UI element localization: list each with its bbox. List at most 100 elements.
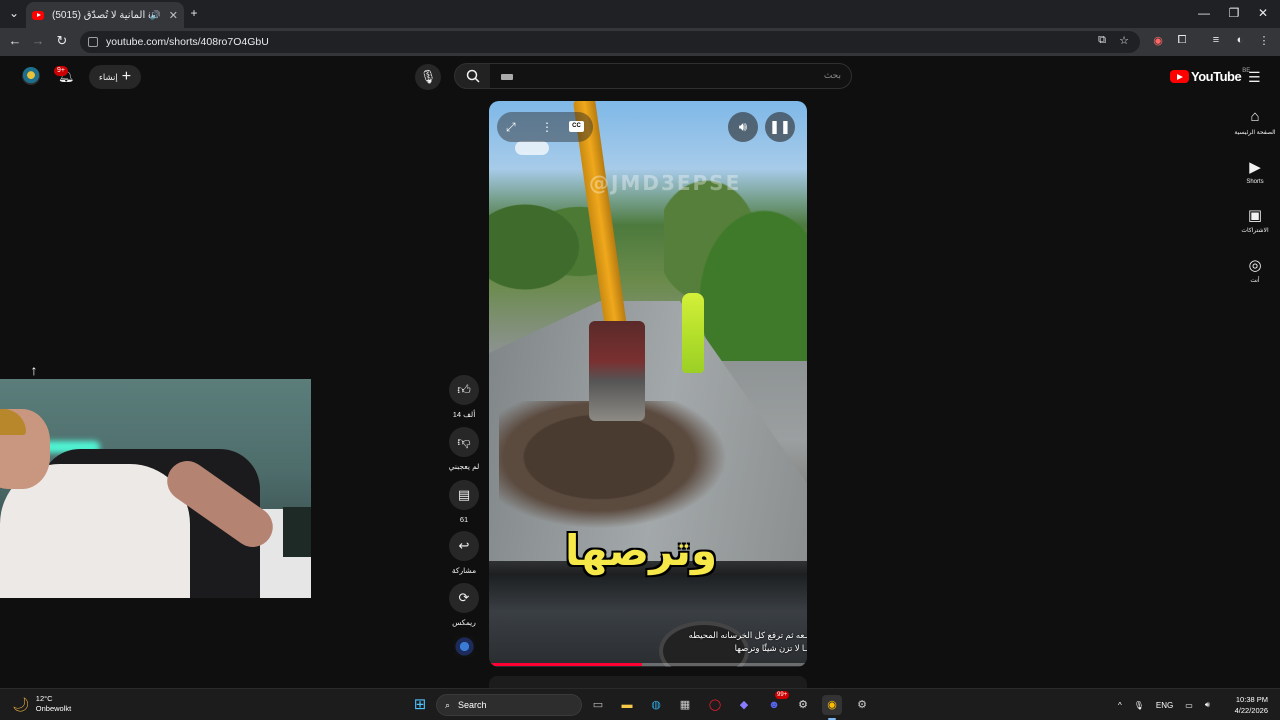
subtitle-line: ـعه ثم ترفع كل الخرسانه المحيطه — [688, 630, 807, 640]
sidebar-item-label: أنت — [1250, 278, 1260, 284]
sidebar-item-label: Shorts — [1246, 179, 1264, 185]
video-frame-excavator-bucket — [589, 321, 645, 421]
speaker-icon[interactable]: 🔊︎ — [1205, 700, 1210, 710]
next-short-preview[interactable] — [489, 676, 807, 688]
weather-description: Onbewolkt — [35, 704, 72, 713]
browser-tab-bar: ⌄ (5015) كفاءة ألمانية لا تُصدّق 🔊 ✕ + —… — [0, 0, 1280, 28]
keyboard-icon[interactable] — [501, 74, 513, 80]
thumbs-up-icon: 👍︎ — [449, 375, 479, 405]
taskbar-search[interactable]: ⌕ Search — [436, 694, 582, 716]
create-button[interactable]: إنشاء + — [89, 65, 141, 89]
subtitle-line: ـا لا تزن شيئًا وترصها — [734, 643, 807, 653]
url-text: youtube.com/shorts/408ro7O4GbU — [106, 36, 269, 48]
task-view-icon[interactable]: ▭ — [588, 695, 608, 715]
captions-button[interactable]: CC — [569, 121, 584, 132]
search-button[interactable] — [454, 63, 492, 89]
video-caption-big: وترصها — [565, 526, 718, 575]
guide-menu-icon[interactable]: ☰ — [1248, 69, 1261, 86]
remix-icon: ⟳ — [449, 583, 479, 613]
browser-menu-icon[interactable]: ⋮ — [1256, 34, 1272, 50]
reload-icon[interactable]: ↻ — [53, 33, 71, 49]
youtube-logo[interactable]: YouTube BE — [1170, 68, 1250, 84]
voice-search-mic-icon[interactable]: 🎙︎ — [415, 64, 441, 90]
comments-button[interactable]: ▤ 61 — [449, 480, 479, 524]
extensions-puzzle-icon[interactable]: ⧠ — [1174, 34, 1190, 50]
discord-badge: 99+ — [775, 691, 790, 699]
avatar[interactable] — [22, 67, 40, 85]
remix-button[interactable]: ⟳ ريمكس — [449, 583, 479, 627]
video-watermark: @JMD3EPSE — [589, 171, 742, 195]
sidebar-item-label: الاشتراكات — [1241, 228, 1269, 234]
share-button[interactable]: ↩ مشاركة — [449, 531, 479, 575]
search-icon: ⌕ — [445, 699, 451, 710]
store-icon[interactable]: ▦ — [675, 695, 695, 715]
tab-close-icon[interactable]: ✕ — [169, 9, 178, 22]
sidebar-item-label: الصفحة الرئيسية — [1234, 130, 1276, 136]
back-icon[interactable]: ← — [6, 33, 24, 48]
show-hidden-icons-chevron-icon[interactable]: ^ — [1118, 701, 1122, 710]
volume-icon[interactable]: 🔊︎ — [728, 112, 758, 142]
video-progress-bar[interactable] — [489, 663, 807, 666]
like-count: 14 ألف — [452, 410, 476, 419]
bookmark-star-icon[interactable]: ☆ — [1116, 34, 1132, 50]
file-explorer-icon[interactable]: ▬ — [617, 695, 637, 715]
clock-time: 10:38 PM — [1235, 695, 1268, 704]
search-placeholder: بحث — [823, 70, 841, 80]
video-frame-worker — [682, 293, 704, 373]
channel-avatar[interactable] — [454, 636, 475, 657]
windows-taskbar: 🌙︎ 12°C Onbewolkt ⊞ ⌕ Search ▭ ▬ ◍ ▦ ◯ ◆… — [0, 688, 1280, 720]
maximize-button[interactable]: ❐ — [1224, 6, 1244, 20]
webcam-pc — [283, 507, 311, 557]
app-icon[interactable]: ◆ — [734, 695, 754, 715]
windows-start-icon[interactable]: ⊞ — [410, 695, 430, 715]
share-icon: ↩ — [449, 531, 479, 561]
chrome-icon[interactable]: ◉ — [822, 695, 842, 715]
minimize-button[interactable]: — — [1194, 6, 1214, 20]
notifications-badge: 9+ — [54, 66, 68, 76]
profile-icon[interactable]: ◐ — [1232, 34, 1248, 50]
taskbar-search-label: Search — [458, 700, 487, 710]
video-progress-fill — [489, 663, 642, 666]
subscriptions-icon: ▣ — [1247, 207, 1263, 224]
webcam-overlay — [0, 379, 311, 598]
app-icon[interactable]: ⚙ — [793, 695, 813, 715]
tab-search-icon[interactable]: ⌄ — [4, 6, 24, 20]
system-tray: ^ 🎙︎ ENG ▭ 🔊︎ — [1118, 694, 1210, 716]
like-button[interactable]: 👍︎ 14 ألف — [449, 375, 479, 419]
comment-icon: ▤ — [449, 480, 479, 510]
temperature: 12°C — [35, 694, 53, 703]
weather-widget[interactable]: 🌙︎ 12°C Onbewolkt — [12, 694, 71, 714]
taskbar-clock[interactable]: 10:38 PM 4/22/2026 — [1228, 694, 1268, 716]
microphone-icon[interactable]: 🎙︎ — [1134, 701, 1144, 710]
browser-tab[interactable]: (5015) كفاءة ألمانية لا تُصدّق 🔊 ✕ — [26, 2, 184, 28]
site-info-icon[interactable] — [88, 37, 98, 47]
shorts-video-player[interactable]: @JMD3EPSE وترصها ـعه ثم ترفع كل الخرسانه… — [489, 101, 807, 667]
close-window-button[interactable]: ✕ — [1253, 6, 1273, 20]
dislike-button[interactable]: 👎︎ لم يعجبني — [449, 427, 479, 471]
sidebar-item-shorts[interactable]: ▶︎ Shorts — [1230, 158, 1280, 185]
search-input[interactable]: بحث — [490, 63, 852, 89]
fullscreen-icon[interactable]: ⤢ — [506, 120, 516, 135]
audio-playing-icon[interactable]: 🔊 — [150, 10, 161, 21]
video-frame-cloud — [515, 141, 549, 155]
youtube-header: 🔔︎ 9+ إنشاء + 🎙︎ بحث YouTube BE ☰ — [0, 56, 1280, 96]
new-tab-button[interactable]: + — [184, 6, 204, 20]
sidebar-item-subscriptions[interactable]: ▣ الاشتراكات — [1230, 206, 1280, 234]
weather-text: 12°C Onbewolkt — [36, 694, 71, 714]
home-icon: ⌂ — [1250, 108, 1260, 125]
sidebar-item-home[interactable]: ⌂ الصفحة الرئيسية — [1230, 108, 1280, 136]
youtube-logo-icon — [1170, 70, 1189, 83]
media-controls-icon[interactable]: ≡ — [1208, 34, 1224, 50]
pause-icon[interactable]: ❚❚ — [765, 112, 795, 142]
install-app-icon[interactable]: ⧉ — [1094, 34, 1110, 50]
extension-record-icon[interactable]: ◉ — [1150, 34, 1166, 50]
more-options-icon[interactable]: ⋮ — [541, 120, 553, 134]
opera-gx-icon[interactable]: ◯ — [705, 695, 725, 715]
address-bar[interactable]: youtube.com/shorts/408ro7O4GbU — [80, 31, 1140, 53]
network-icon[interactable]: ▭ — [1185, 701, 1193, 710]
edge-browser-icon[interactable]: ◍ — [646, 695, 666, 715]
settings-icon[interactable]: ⚙ — [852, 695, 872, 715]
sidebar-item-you[interactable]: ◎ أنت — [1230, 256, 1280, 284]
language-indicator[interactable]: ENG — [1156, 701, 1173, 710]
forward-icon[interactable]: → — [29, 33, 47, 48]
